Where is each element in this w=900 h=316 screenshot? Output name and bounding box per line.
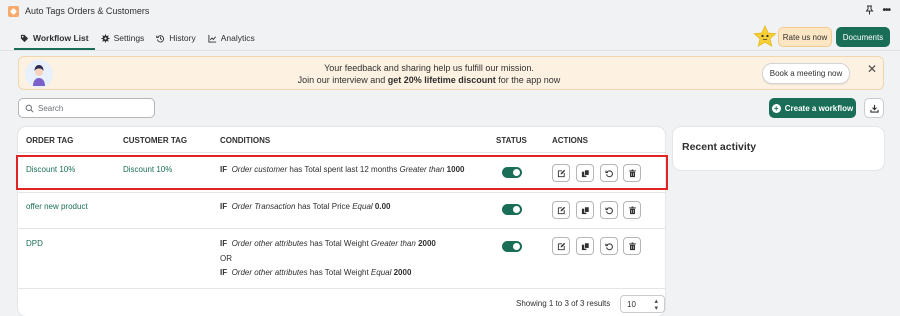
search-icon	[25, 104, 34, 112]
banner-line-1: Your feedback and sharing help us fulfil…	[324, 63, 534, 73]
close-icon[interactable]: ✕	[867, 63, 877, 75]
page-size-value: 10	[627, 299, 636, 309]
search-field[interactable]	[18, 98, 155, 118]
chart-icon	[208, 34, 216, 43]
history-icon	[604, 206, 614, 215]
condition-text: IF Order other attributes has Total Weig…	[220, 268, 412, 277]
banner-line-2: Join our interview and get 20% lifetime …	[297, 75, 561, 85]
tab-label: Settings	[113, 33, 145, 43]
status-toggle[interactable]	[502, 241, 522, 252]
selected-row-highlight	[16, 155, 668, 190]
app-title: Auto Tags Orders & Customers	[25, 6, 150, 16]
pagination-summary: Showing 1 to 3 of 3 results	[516, 299, 611, 308]
star-mascot-icon	[753, 25, 777, 47]
banner-avatar	[25, 60, 53, 88]
recent-activity-title: Recent activity	[682, 141, 757, 153]
tab-label: Analytics	[220, 33, 255, 43]
history-button[interactable]	[600, 237, 618, 255]
title-bar: Auto Tags Orders & Customers •••	[0, 0, 900, 22]
tab-label: History	[169, 33, 196, 43]
create-workflow-label: Create a workflow	[784, 103, 854, 113]
duplicate-button[interactable]	[576, 201, 594, 219]
row-divider	[18, 228, 665, 229]
tab-list: Workflow List Settings History Analytics	[14, 26, 261, 50]
tab-history[interactable]: History	[150, 26, 201, 50]
delete-button[interactable]	[623, 237, 641, 255]
plus-circle-icon: +	[771, 103, 781, 113]
order-tag-link[interactable]: DPD	[26, 239, 43, 248]
duplicate-icon	[581, 206, 590, 215]
gear-icon	[101, 33, 110, 43]
history-button[interactable]	[600, 201, 618, 219]
chevron-updown-icon: ▴ ▾	[654, 298, 658, 312]
feedback-banner: Your feedback and sharing help us fulfil…	[18, 56, 884, 90]
col-header-customer-tag: CUSTOMER TAG	[123, 136, 188, 145]
documents-button[interactable]: Documents	[836, 27, 890, 47]
edit-icon	[557, 206, 566, 215]
delete-icon	[628, 242, 637, 251]
col-header-order-tag: ORDER TAG	[26, 136, 74, 145]
book-meeting-button[interactable]: Book a meeting now	[762, 63, 850, 84]
header-divider	[0, 50, 900, 51]
order-tag-link[interactable]: offer new product	[26, 202, 88, 211]
pin-icon[interactable]	[865, 5, 874, 18]
tab-workflow-list[interactable]: Workflow List	[14, 26, 95, 50]
search-input[interactable]	[38, 103, 138, 113]
tab-settings[interactable]: Settings	[95, 26, 151, 50]
download-icon	[869, 104, 879, 113]
delete-button[interactable]	[623, 201, 641, 219]
page-size-select[interactable]: 10 ▴ ▾	[620, 295, 665, 313]
delete-icon	[628, 206, 637, 215]
duplicate-button[interactable]	[576, 237, 594, 255]
row-divider	[18, 152, 665, 153]
condition-text: IF Order Transaction has Total Price Equ…	[220, 202, 391, 211]
app-icon	[8, 5, 19, 17]
banner-message: Your feedback and sharing help us fulfil…	[219, 62, 639, 86]
row-divider	[18, 192, 665, 193]
tab-analytics[interactable]: Analytics	[202, 26, 261, 50]
history-icon	[156, 34, 165, 42]
condition-text: IF Order other attributes has Total Weig…	[220, 239, 436, 248]
nav-bar: Workflow List Settings History Analytics…	[0, 25, 900, 50]
tab-label: Workflow List	[33, 33, 89, 43]
duplicate-icon	[581, 242, 590, 251]
col-header-conditions: CONDITIONS	[220, 136, 271, 145]
rate-us-button[interactable]: Rate us now	[778, 27, 832, 47]
col-header-status: STATUS	[496, 136, 527, 145]
edit-icon	[557, 242, 566, 251]
condition-connector: OR	[220, 254, 232, 263]
edit-button[interactable]	[552, 201, 570, 219]
create-workflow-button[interactable]: + Create a workflow	[769, 98, 856, 118]
download-button[interactable]	[864, 98, 884, 118]
more-horizontal-icon[interactable]: •••	[882, 5, 890, 18]
tag-icon	[20, 34, 29, 42]
col-header-actions: ACTIONS	[552, 136, 588, 145]
recent-activity-card: Recent activity	[673, 127, 884, 170]
status-toggle[interactable]	[502, 204, 522, 215]
history-icon	[604, 242, 614, 251]
edit-button[interactable]	[552, 237, 570, 255]
row-divider	[18, 288, 665, 289]
